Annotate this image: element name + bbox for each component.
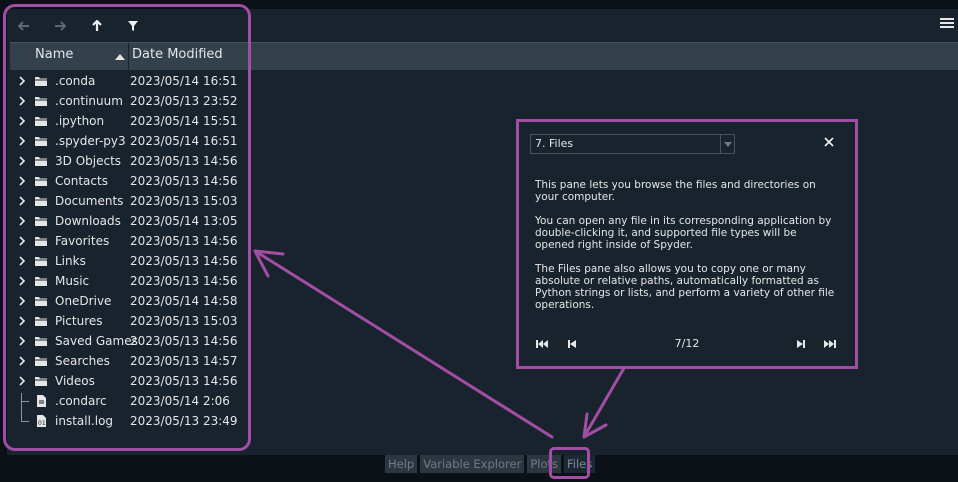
callout-arrows: [253, 249, 626, 439]
arrow-to-files-pane: [253, 249, 554, 439]
